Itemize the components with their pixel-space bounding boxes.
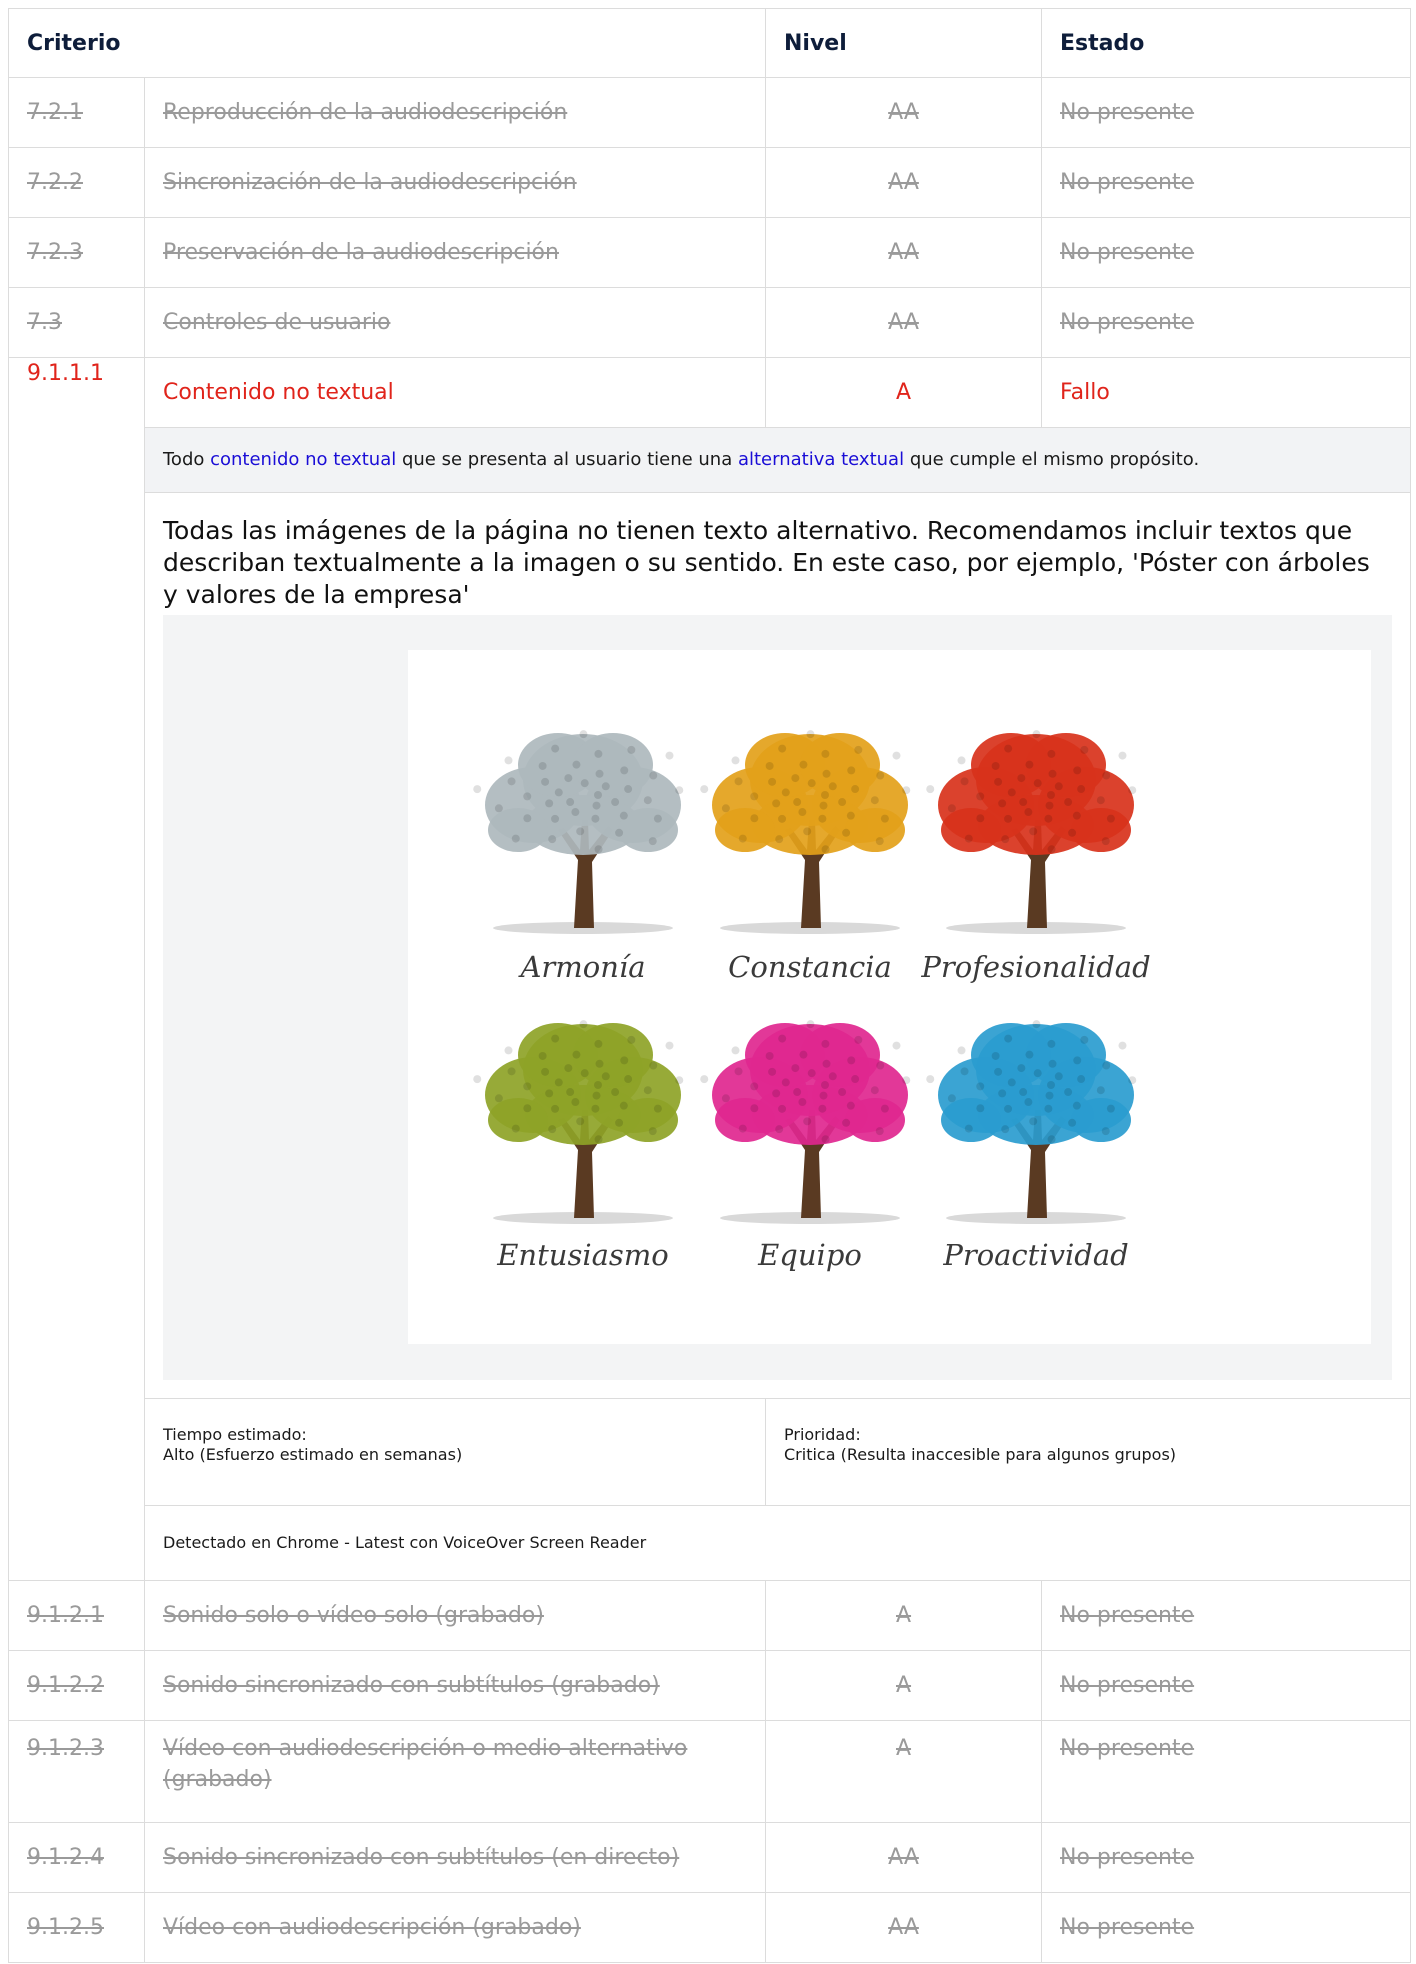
fail-meta: Tiempo estimado: Alto (Esfuerzo estimado…: [145, 1398, 1411, 1505]
criterion-state: No presente: [1041, 147, 1412, 218]
priority: Prioridad: Critica (Resulta inaccesible …: [766, 1399, 1410, 1505]
criterion-name: Reproducción de la audiodescripción: [143, 77, 767, 148]
criterion-level: AA: [765, 287, 1043, 358]
priority-value: Critica (Resulta inaccesible para alguno…: [784, 1445, 1177, 1464]
criterion-code: 9.1.2.4: [8, 1822, 145, 1893]
criterion-state: No presente: [1041, 77, 1412, 148]
criterion-name: Vídeo con audiodescripción o medio alter…: [143, 1720, 767, 1823]
definition-text: que se presenta al usuario tiene una: [396, 449, 738, 470]
criterion-state: No presente: [1041, 217, 1412, 288]
criterion-level: AA: [765, 217, 1043, 288]
criterion-code: 9.1.2.5: [8, 1892, 145, 1963]
criterion-name: Sonido sincronizado con subtítulos (grab…: [143, 1650, 767, 1721]
criterion-level: AA: [765, 1822, 1043, 1893]
criterion-state: No presente: [1041, 1822, 1412, 1893]
tree-armonia-image: [458, 710, 708, 940]
screenshot-frame: Armonía Constancia Profesionalidad Entus…: [163, 615, 1393, 1380]
table-row: 9.1.2.5 Vídeo con audiodescripción (grab…: [8, 1892, 1412, 1963]
tree-equipo-image: [685, 1000, 935, 1230]
criterion-state: Fallo: [1041, 357, 1412, 428]
detected-in: Detectado en Chrome - Latest con VoiceOv…: [145, 1505, 1411, 1580]
criterion-level: A: [765, 1580, 1043, 1651]
criterion-state: No presente: [1041, 1580, 1412, 1651]
criterion-definition: Todo contenido no textual que se present…: [145, 428, 1411, 493]
fail-detail-row: Todo contenido no textual que se present…: [9, 427, 1412, 1581]
table-row: 7.2.1 Reproducción de la audiodescripció…: [8, 77, 1412, 148]
criterion-code: 7.2.1: [8, 77, 145, 148]
criterion-code: 9.1.1.1: [8, 357, 145, 1581]
criterion-state: No presente: [1041, 1650, 1412, 1721]
tree-proactividad-image: [911, 1000, 1161, 1230]
poster-label: Profesionalidad: [921, 950, 1151, 984]
criterion-level: A: [765, 357, 1043, 428]
estimated-time: Tiempo estimado: Alto (Esfuerzo estimado…: [145, 1399, 766, 1505]
criterion-code: 9.1.2.1: [8, 1580, 145, 1651]
criterion-level: AA: [765, 1892, 1043, 1963]
estimated-time-label: Tiempo estimado:: [163, 1425, 307, 1444]
tree-constancia-image: [685, 710, 935, 940]
fail-detail: Todo contenido no textual que se present…: [143, 427, 1412, 1581]
definition-text: que cumple el mismo propósito.: [904, 449, 1200, 470]
criterion-name: Sincronización de la audiodescripción: [143, 147, 767, 218]
criterion-code: 7.2.2: [8, 147, 145, 218]
criteria-table-container: Criterio Nivel Estado 7.2.1 Reproducción…: [7, 8, 1412, 1963]
header-criterio: Criterio: [7, 8, 767, 78]
header-nivel: Nivel: [765, 8, 1043, 78]
definition-link-alternativa-textual[interactable]: alternativa textual: [738, 449, 904, 470]
criterion-name: Controles de usuario: [143, 287, 767, 358]
table-row: 9.1.2.4 Sonido sincronizado con subtítul…: [8, 1822, 1412, 1893]
definition-text: Todo: [163, 449, 211, 470]
table-row-fail: 9.1.1.1 Contenido no textual A Fallo: [8, 357, 1412, 1581]
criterion-level: AA: [765, 77, 1043, 148]
criterion-level: A: [765, 1650, 1043, 1721]
table-row: 7.2.3 Preservación de la audiodescripció…: [8, 217, 1412, 288]
header-estado-label: Estado: [1060, 30, 1145, 56]
criterion-level: AA: [765, 147, 1043, 218]
header-criterio-label: Criterio: [27, 30, 121, 56]
criteria-table: Criterio Nivel Estado 7.2.1 Reproducción…: [7, 8, 1412, 1963]
criterion-code: 7.3: [8, 287, 145, 358]
values-poster-image: Armonía Constancia Profesionalidad Entus…: [408, 650, 1371, 1344]
tree-profesionalidad-image: [911, 710, 1161, 940]
criterion-state: No presente: [1041, 287, 1412, 358]
criterion-level: A: [765, 1720, 1043, 1823]
criterion-name: Preservación de la audiodescripción: [143, 217, 767, 288]
definition-link-contenido-no-textual[interactable]: contenido no textual: [210, 449, 396, 470]
table-row: 7.3 Controles de usuario AA No presente: [8, 287, 1412, 358]
table-row: 9.1.2.2 Sonido sincronizado con subtítul…: [8, 1650, 1412, 1721]
criterion-code: 7.2.3: [8, 217, 145, 288]
criterion-code: 9.1.2.3: [8, 1720, 145, 1823]
fail-description: Todas las imágenes de la página no tiene…: [163, 516, 1370, 609]
criterion-name: Vídeo con audiodescripción (grabado): [143, 1892, 767, 1963]
criterion-name: Sonido sincronizado con subtítulos (en d…: [143, 1822, 767, 1893]
table-row: 9.1.2.1 Sonido solo o vídeo solo (grabad…: [8, 1580, 1412, 1651]
priority-label: Prioridad:: [784, 1425, 861, 1444]
tree-entusiasmo-image: [458, 1000, 708, 1230]
table-header-row: Criterio Nivel Estado: [7, 8, 1412, 78]
estimated-time-value: Alto (Esfuerzo estimado en semanas): [163, 1445, 463, 1464]
criterion-code: 9.1.2.2: [8, 1650, 145, 1721]
criterion-state: No presente: [1041, 1720, 1412, 1823]
header-estado: Estado: [1041, 8, 1412, 78]
table-row: 7.2.2 Sincronización de la audiodescripc…: [8, 147, 1412, 218]
criterion-state: No presente: [1041, 1892, 1412, 1963]
criterion-name: Sonido solo o vídeo solo (grabado): [143, 1580, 767, 1651]
poster-label: Proactividad: [943, 1238, 1129, 1272]
header-nivel-label: Nivel: [784, 30, 847, 56]
table-row: 9.1.2.3 Vídeo con audiodescripción o med…: [8, 1720, 1412, 1823]
criterion-name: Contenido no textual: [143, 357, 767, 428]
